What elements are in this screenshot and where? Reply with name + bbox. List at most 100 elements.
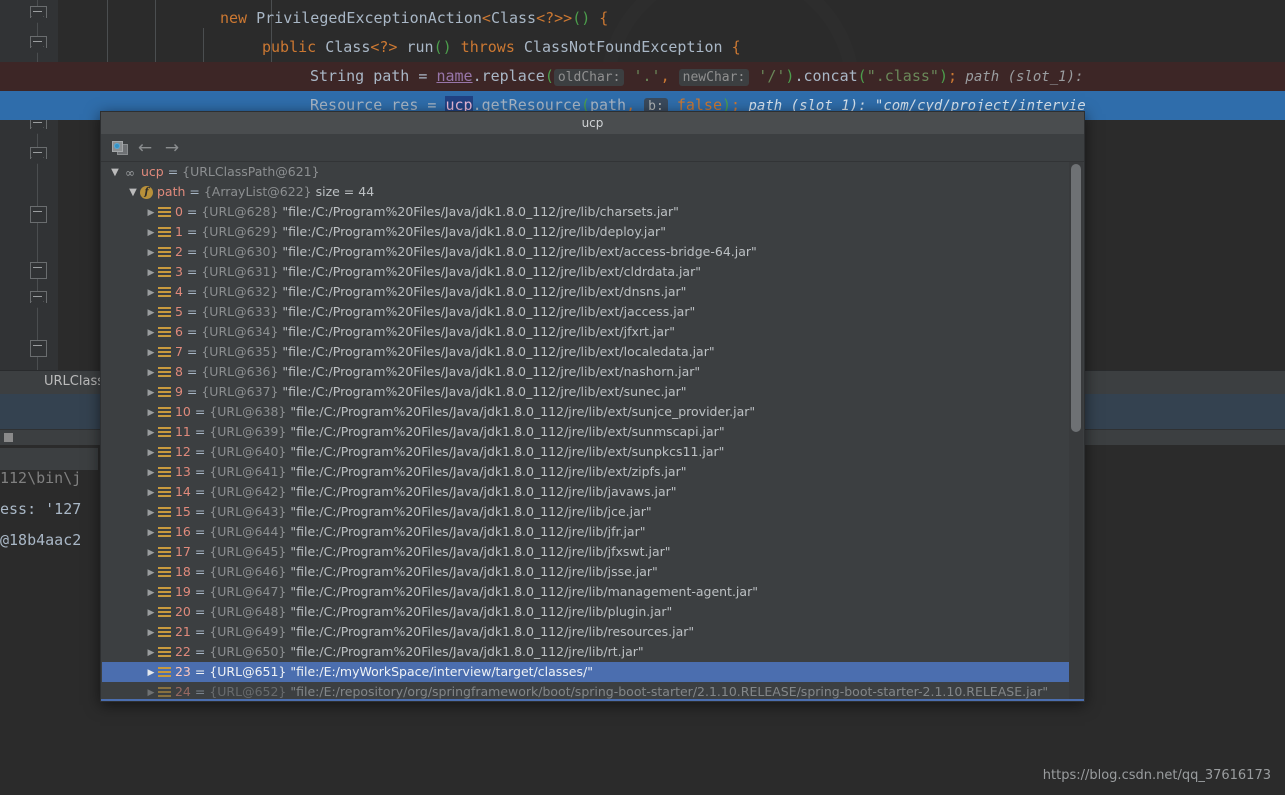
- code-line[interactable]: new PrivilegedExceptionAction<Class<?>>(…: [0, 4, 1285, 33]
- expand-arrow-closed-icon[interactable]: ▶: [144, 463, 158, 483]
- tree-row[interactable]: ▶ 9 = {URL@637} "file:/C:/Program%20File…: [102, 382, 1083, 402]
- array-element-icon: [158, 547, 171, 558]
- array-element-icon: [158, 227, 171, 238]
- tree-row[interactable]: ▶ 20 = {URL@648} "file:/C:/Program%20Fil…: [102, 602, 1083, 622]
- tree-row[interactable]: ▶ 7 = {URL@635} "file:/C:/Program%20File…: [102, 342, 1083, 362]
- popup-title-bar[interactable]: ucp: [101, 112, 1084, 134]
- tree-row[interactable]: ▶ 22 = {URL@650} "file:/C:/Program%20Fil…: [102, 642, 1083, 662]
- value-inspect-popup[interactable]: ucp ← → ▼ ∞ ucp = {URLClassPath@621} ▼ f pa…: [100, 111, 1085, 702]
- tree-row[interactable]: ▶ 21 = {URL@649} "file:/C:/Program%20Fil…: [102, 622, 1083, 642]
- copy-glyph: [112, 141, 128, 155]
- fold-marker-icon[interactable]: [30, 340, 47, 357]
- expand-arrow-closed-icon[interactable]: ▶: [144, 583, 158, 603]
- tree-row-name: 5: [174, 304, 183, 319]
- tree-row-name: 9: [174, 384, 183, 399]
- tree-row-value: "file:/C:/Program%20Files/Java/jdk1.8.0_…: [286, 584, 758, 599]
- tree-row-value: "file:/C:/Program%20Files/Java/jdk1.8.0_…: [286, 644, 644, 659]
- array-element-icon: [158, 267, 171, 278]
- tree-row[interactable]: ▶ 14 = {URL@642} "file:/C:/Program%20Fil…: [102, 482, 1083, 502]
- tree-row[interactable]: ▶ 8 = {URL@636} "file:/C:/Program%20File…: [102, 362, 1083, 382]
- expand-arrow-closed-icon[interactable]: ▶: [144, 403, 158, 423]
- tree-row[interactable]: ▶ 19 = {URL@647} "file:/C:/Program%20Fil…: [102, 582, 1083, 602]
- tree-row[interactable]: ▶ 11 = {URL@639} "file:/C:/Program%20Fil…: [102, 422, 1083, 442]
- tree-row[interactable]: ▶ 16 = {URL@644} "file:/C:/Program%20Fil…: [102, 522, 1083, 542]
- fold-marker-icon[interactable]: [30, 262, 47, 279]
- tree-row-ref: {URL@635}: [201, 344, 279, 359]
- code-token: {: [722, 38, 741, 56]
- code-line[interactable]: public Class<?> run() throws ClassNotFou…: [0, 33, 1285, 62]
- popup-hscrollbar[interactable]: [101, 699, 1084, 701]
- tree-row[interactable]: ▶ 18 = {URL@646} "file:/C:/Program%20Fil…: [102, 562, 1083, 582]
- expand-arrow-closed-icon[interactable]: ▶: [144, 643, 158, 663]
- expand-arrow-closed-icon[interactable]: ▶: [144, 223, 158, 243]
- tree-row[interactable]: ▶ 17 = {URL@645} "file:/C:/Program%20Fil…: [102, 542, 1083, 562]
- expand-arrow-closed-icon[interactable]: ▶: [144, 323, 158, 343]
- code-line[interactable]: String path = name.replace(oldChar: '.',…: [0, 62, 1285, 91]
- expand-arrow-closed-icon[interactable]: ▶: [144, 203, 158, 223]
- expand-arrow-closed-icon[interactable]: ▶: [144, 663, 158, 683]
- expand-arrow-closed-icon[interactable]: ▶: [144, 263, 158, 283]
- tree-row-name: 12: [174, 444, 191, 459]
- tree-row[interactable]: ▶ 4 = {URL@632} "file:/C:/Program%20File…: [102, 282, 1083, 302]
- tree-row-value: "file:/C:/Program%20Files/Java/jdk1.8.0_…: [278, 244, 757, 259]
- back-arrow-icon[interactable]: ←: [134, 138, 156, 158]
- console-toolbar[interactable]: [0, 448, 98, 470]
- tree-row[interactable]: ▶ 15 = {URL@643} "file:/C:/Program%20Fil…: [102, 502, 1083, 522]
- tree-row-value: "file:/C:/Program%20Files/Java/jdk1.8.0_…: [278, 364, 701, 379]
- expand-arrow-closed-icon[interactable]: ▶: [144, 363, 158, 383]
- fold-marker-icon[interactable]: [30, 291, 47, 308]
- expand-arrow-closed-icon[interactable]: ▶: [144, 523, 158, 543]
- popup-toolbar[interactable]: ← →: [101, 134, 1084, 162]
- code-token: ClassNotFoundException: [523, 38, 723, 56]
- tree-row[interactable]: ▶ 2 = {URL@630} "file:/C:/Program%20File…: [102, 242, 1083, 262]
- array-element-icon: [158, 207, 171, 218]
- expand-arrow-closed-icon[interactable]: ▶: [144, 503, 158, 523]
- tree-row[interactable]: ▶ 12 = {URL@640} "file:/C:/Program%20Fil…: [102, 442, 1083, 462]
- expand-arrow-closed-icon[interactable]: ▶: [144, 543, 158, 563]
- expand-arrow-closed-icon[interactable]: ▶: [144, 383, 158, 403]
- tab-urlclassloader[interactable]: URLClass: [44, 374, 104, 389]
- expand-arrow-closed-icon[interactable]: ▶: [144, 303, 158, 323]
- object-tree[interactable]: ▼ ∞ ucp = {URLClassPath@621} ▼ f path = {Ar…: [102, 162, 1083, 701]
- fold-marker-icon[interactable]: [30, 206, 47, 223]
- tree-row-name: 4: [174, 284, 183, 299]
- tree-row[interactable]: ▶ 23 = {URL@651} "file:/E:/myWorkSpace/i…: [102, 662, 1083, 682]
- tree-row-ref: {URLClassPath@621}: [182, 164, 320, 179]
- tree-row-ref: {URL@629}: [201, 224, 279, 239]
- equals-sign: =: [182, 284, 202, 299]
- expand-arrow-closed-icon[interactable]: ▶: [144, 443, 158, 463]
- tree-row[interactable]: ▶ 13 = {URL@641} "file:/C:/Program%20Fil…: [102, 462, 1083, 482]
- tree-row[interactable]: ▶ 3 = {URL@631} "file:/C:/Program%20File…: [102, 262, 1083, 282]
- expand-arrow-closed-icon[interactable]: ▶: [144, 243, 158, 263]
- expand-arrow-closed-icon[interactable]: ▶: [144, 343, 158, 363]
- tree-row[interactable]: ▼ f path = {ArrayList@622} size = 44: [102, 182, 1083, 202]
- expand-arrow-open-icon[interactable]: ▼: [126, 183, 140, 203]
- array-element-icon: [158, 507, 171, 518]
- expand-arrow-closed-icon[interactable]: ▶: [144, 423, 158, 443]
- popup-scrollbar-thumb[interactable]: [1071, 164, 1081, 432]
- expand-arrow-closed-icon[interactable]: ▶: [144, 603, 158, 623]
- expand-arrow-closed-icon[interactable]: ▶: [144, 563, 158, 583]
- copy-value-icon[interactable]: [109, 138, 131, 158]
- array-element-icon: [158, 307, 171, 318]
- array-element-icon: [158, 347, 171, 358]
- tree-row[interactable]: ▶ 1 = {URL@629} "file:/C:/Program%20File…: [102, 222, 1083, 242]
- tree-row[interactable]: ▶ 10 = {URL@638} "file:/C:/Program%20Fil…: [102, 402, 1083, 422]
- tree-row[interactable]: ▶ 6 = {URL@634} "file:/C:/Program%20File…: [102, 322, 1083, 342]
- expand-arrow-closed-icon[interactable]: ▶: [144, 283, 158, 303]
- forward-arrow-icon[interactable]: →: [161, 138, 183, 158]
- code-token: <: [481, 9, 491, 27]
- fold-marker-icon[interactable]: [30, 147, 47, 164]
- tree-row-name: 7: [174, 344, 183, 359]
- inline-debug-value: path (slot_1):: [957, 69, 1084, 85]
- expand-arrow-closed-icon[interactable]: ▶: [144, 623, 158, 643]
- tree-row-ref: {URL@628}: [201, 204, 279, 219]
- tree-row-ref: {URL@640}: [209, 444, 287, 459]
- tree-row[interactable]: ▶ 5 = {URL@633} "file:/C:/Program%20File…: [102, 302, 1083, 322]
- tree-row-name: 23: [174, 664, 191, 679]
- tree-row-value: "file:/E:/repository/org/springframework…: [286, 684, 1049, 699]
- expand-arrow-open-icon[interactable]: ▼: [108, 163, 122, 183]
- tree-row[interactable]: ▶ 0 = {URL@628} "file:/C:/Program%20File…: [102, 202, 1083, 222]
- tree-row[interactable]: ▼ ∞ ucp = {URLClassPath@621}: [102, 162, 1083, 182]
- expand-arrow-closed-icon[interactable]: ▶: [144, 483, 158, 503]
